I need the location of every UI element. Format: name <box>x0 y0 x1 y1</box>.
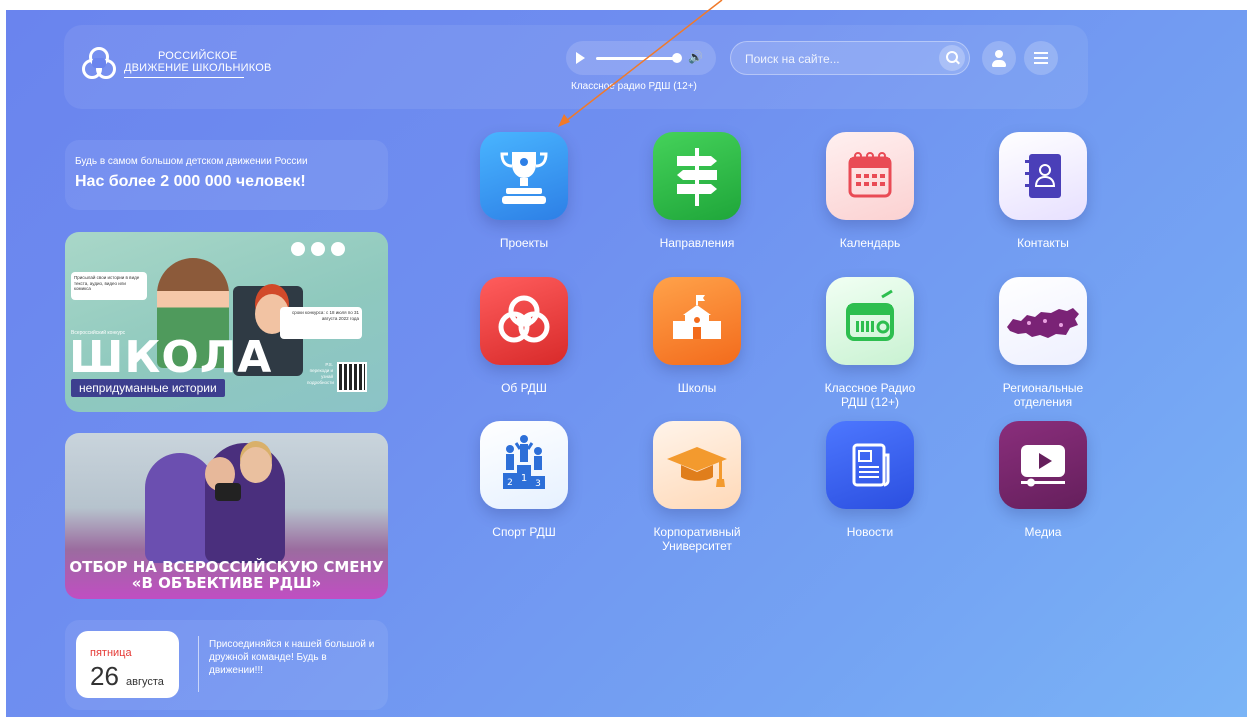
tile-label: Медиа <box>1024 525 1062 539</box>
newspaper-icon <box>852 443 890 487</box>
radio-label[interactable]: Классное радио РДШ (12+) <box>571 81 697 92</box>
tile-label: Региональные отделения <box>1002 381 1084 409</box>
tile-directions[interactable]: Направления <box>637 132 757 250</box>
rdsh-logo-icon <box>498 295 550 343</box>
weekday: пятница <box>90 647 132 659</box>
tile-regional[interactable]: Региональные отделения <box>983 277 1103 409</box>
tile-sport[interactable]: 1 2 3 Спорт РДШ <box>464 421 584 539</box>
rdsh-logo-icon <box>82 47 116 81</box>
date-box: пятница 26 августа <box>76 631 179 698</box>
tile-icon-box <box>653 277 741 365</box>
media-player-icon <box>1021 445 1065 487</box>
tile-label: Проекты <box>499 236 549 250</box>
banner-title-line2: «В ОБЪЕКТИВЕ РДШ» <box>131 574 322 592</box>
tile-label: Контакты <box>1017 236 1069 250</box>
tile-label: Школы <box>677 381 717 395</box>
banner-title: ОТБОР НА ВСЕРОССИЙСКУЮ СМЕНУ «В ОБЪЕКТИВ… <box>65 559 388 591</box>
radio-volume-knob[interactable] <box>672 53 682 63</box>
tile-university[interactable]: Корпоративный Университет <box>637 421 757 553</box>
banner-title: ШКОЛА <box>69 332 273 383</box>
tile-news[interactable]: Новости <box>810 421 930 539</box>
tile-projects[interactable]: Проекты <box>464 132 584 250</box>
qr-code-icon <box>337 362 367 392</box>
promo-card: Будь в самом большом детском движении Ро… <box>65 140 388 210</box>
tile-icon-box <box>653 421 741 509</box>
school-icon <box>673 295 721 339</box>
tile-label: Направления <box>659 236 735 250</box>
tile-icon-box: 1 2 3 <box>480 421 568 509</box>
page-background: РОССИЙСКОЕ ДВИЖЕНИЕ ШКОЛЬНИКОВ 🔊 Классно… <box>6 10 1247 717</box>
tile-calendar[interactable]: Календарь <box>810 132 930 250</box>
date-card: пятница 26 августа Присоединяйся к нашей… <box>65 620 388 710</box>
graduation-cap-icon <box>667 447 727 487</box>
banner-note: Присылай свои истории в виде текста, ауд… <box>71 272 147 300</box>
banner-photo-face <box>240 447 272 483</box>
tile-label: Календарь <box>839 236 901 250</box>
tile-icon-box <box>826 277 914 365</box>
banner-qr-text: Р.S. переходи и узнай подробности <box>307 362 334 385</box>
calendar-icon <box>848 152 892 198</box>
partner-logos <box>291 242 377 258</box>
tile-label: Новости <box>846 525 894 539</box>
tile-contacts[interactable]: Контакты <box>983 132 1103 250</box>
tile-radio[interactable]: Классное Радио РДШ (12+) <box>810 277 930 409</box>
day-number: 26 <box>90 661 119 691</box>
tile-icon-box <box>480 132 568 220</box>
contest-banner[interactable]: Присылай свои истории в виде текста, ауд… <box>65 232 388 412</box>
banner-title-line1: ОТБОР НА ВСЕРОССИЙСКУЮ СМЕНУ <box>69 558 384 576</box>
tile-label: Корпоративный Университет <box>653 525 741 553</box>
menu-icon[interactable] <box>1024 41 1058 75</box>
radio-icon <box>846 289 894 341</box>
tile-icon-box <box>999 421 1087 509</box>
site-header: РОССИЙСКОЕ ДВИЖЕНИЕ ШКОЛЬНИКОВ 🔊 Классно… <box>64 25 1088 109</box>
search-icon[interactable] <box>939 45 965 71</box>
tile-label: Классное Радио РДШ (12+) <box>824 381 916 409</box>
tile-icon-box <box>826 421 914 509</box>
russia-map-icon <box>1007 308 1079 338</box>
search-box <box>730 41 970 75</box>
month: августа <box>126 676 164 688</box>
svg-text:3: 3 <box>535 479 541 489</box>
svg-text:2: 2 <box>507 478 513 488</box>
camera-icon <box>215 483 241 501</box>
banner-subtitle: непридуманные истории <box>71 379 225 397</box>
logo-text: РОССИЙСКОЕ ДВИЖЕНИЕ ШКОЛЬНИКОВ <box>124 50 272 78</box>
radio-progress-track[interactable] <box>596 57 678 60</box>
svg-text:1: 1 <box>521 473 527 484</box>
logo-line1: РОССИЙСКОЕ <box>158 50 238 62</box>
join-message: Присоединяйся к нашей большой и дружной … <box>209 639 375 676</box>
podium-icon: 1 2 3 <box>503 435 545 489</box>
divider <box>198 636 199 692</box>
tile-icon-box <box>999 132 1087 220</box>
user-icon[interactable] <box>982 41 1016 75</box>
tile-label: Об РДШ <box>501 381 547 395</box>
signpost-icon <box>677 148 717 206</box>
promo-title: Нас более 2 000 000 человек! <box>75 173 306 190</box>
logo-line2: ДВИЖЕНИЕ ШКОЛЬНИКОВ <box>124 62 272 74</box>
tile-label: Спорт РДШ <box>492 525 556 539</box>
tile-icon-box <box>480 277 568 365</box>
tile-icon-box <box>826 132 914 220</box>
promo-subtitle: Будь в самом большом детском движении Ро… <box>75 156 308 167</box>
search-input[interactable] <box>745 49 925 69</box>
radio-player: 🔊 <box>566 41 716 75</box>
volume-icon[interactable]: 🔊 <box>688 50 703 64</box>
selection-banner[interactable]: ОТБОР НА ВСЕРОССИЙСКУЮ СМЕНУ «В ОБЪЕКТИВ… <box>65 433 388 599</box>
play-icon[interactable] <box>576 52 585 64</box>
contacts-book-icon <box>1025 154 1061 198</box>
tile-about-rdsh[interactable]: Об РДШ <box>464 277 584 395</box>
tile-media[interactable]: Медиа <box>983 421 1103 539</box>
site-logo[interactable]: РОССИЙСКОЕ ДВИЖЕНИЕ ШКОЛЬНИКОВ <box>82 47 272 81</box>
tile-icon-box <box>653 132 741 220</box>
tile-icon-box <box>999 277 1087 365</box>
trophy-icon <box>500 152 548 204</box>
banner-terms: сроки конкурса: с 18 июля по 31 августа … <box>280 307 362 339</box>
tile-schools[interactable]: Школы <box>637 277 757 395</box>
